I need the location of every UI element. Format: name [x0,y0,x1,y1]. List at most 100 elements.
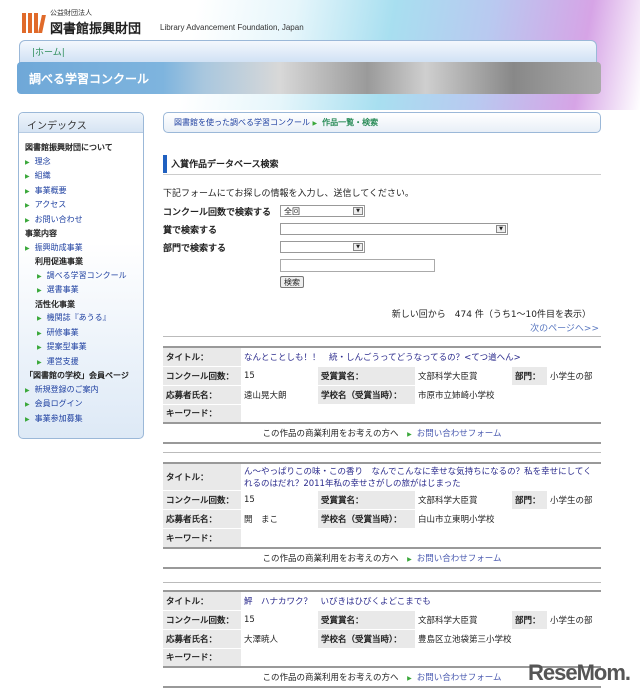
name-value: 開 まこ [241,509,318,529]
title-label: タイトル： [163,591,241,611]
division-select[interactable]: ▼ [280,241,365,253]
division-label: 部門で検索する [163,243,227,254]
sidebar-link-label: 理念 [34,156,51,166]
contact-form-link[interactable]: お問い合わせフォーム [417,554,502,564]
sidebar-link-label: 調べる学習コンクール [46,270,127,280]
sidebar-link[interactable]: ▶ 理念 [25,155,143,170]
keyword-label: キーワード： [163,404,241,424]
org-name: 図書館振興財団 [50,22,142,37]
sidebar-link[interactable]: ▶ 新規登録のご案内 [25,383,143,398]
keyword-input[interactable] [280,259,435,272]
triangle-icon: ▶ [407,555,412,563]
sidebar-heading: 利用促進事業 [35,257,83,266]
table-row: この作品の商業利用をお考えの方へ ▶ お問い合わせフォーム [163,546,601,569]
school-label: 学校名（受賞当時）： [318,509,415,529]
sidebar-link[interactable]: ▶ 会員ログイン [25,397,143,412]
award-select[interactable]: ▼ [280,223,508,235]
section-title: 入賞作品データベース検索 [163,155,601,175]
sidebar-link[interactable]: ▶ 研修事業 [25,326,143,341]
chevron-down-icon: ▼ [353,207,363,215]
commercial-note: この作品の商業利用をお考えの方へ [262,429,399,439]
record-title-link[interactable]: なんとことしも！！ 続・しんごうってどうなってるの？<てつ道へん> [241,347,601,367]
banner-title: 調べる学習コンクール [29,72,150,86]
contact-form-link[interactable]: お問い合わせフォーム [417,673,502,683]
round-value: 15 [241,490,318,510]
round-label: コンクール回数： [163,366,241,386]
name-value: 大澤暁人 [241,629,318,649]
table-row: 応募者氏名： 大澤暁人 学校名（受賞当時）： 豊島区立池袋第三小学校 [163,629,601,649]
nav-home-link[interactable]: |ホーム| [32,48,65,58]
logo-books-icon [22,12,46,33]
triangle-icon: ▶ [25,158,30,166]
name-label: 応募者氏名： [163,509,241,529]
triangle-icon: ▶ [37,287,42,294]
school-value: 市原市立姉崎小学校 [415,385,601,405]
division-label: 部門： [512,490,547,510]
search-form: 下記フォームにてお探しの情報を入力し、送信してください。 コンクール回数で検索す… [163,186,601,288]
contest-select[interactable]: 全回 ▼ [280,205,365,217]
round-value: 15 [241,610,318,630]
chevron-down-icon: ▼ [496,225,506,233]
sidebar-link[interactable]: ▶ お問い合わせ [25,213,143,228]
site-logo[interactable]: 公益財団法人図書館振興財団 [22,8,141,37]
record-table: タイトル： なんとことしも！！ 続・しんごうってどうなってるの？<てつ道へん> コ… [163,346,601,444]
triangle-icon: ▶ [37,344,42,351]
award-label: 受賞賞名： [318,490,415,510]
sidebar-link-label: 会員ログイン [34,399,83,408]
commercial-note: この作品の商業利用をお考えの方へ [262,673,399,683]
table-row: コンクール回数： 15 受賞賞名： 文部科学大臣賞 部門： 小学生の部 [163,490,601,510]
triangle-icon: ▶ [25,415,30,423]
sidebar-link-label: お問い合わせ [34,214,83,224]
table-row: この作品の商業利用をお考えの方へ ▶ お問い合わせフォーム [163,422,601,444]
record-table: タイトル： ん～やっぱりこの味・この香り なんでこんなに幸せな気持ちになるの？私を… [163,462,601,569]
sidebar-link-label: 組織 [34,171,51,180]
school-value: 豊島区立池袋第三小学校 [415,629,601,649]
sidebar-link-label: 事業参加募集 [34,413,83,423]
result-count: 新しい回から 474 件（うち1～10件目を表示） [391,310,591,320]
award-value: 文部科学大臣賞 [415,610,512,630]
form-intro: 下記フォームにてお探しの情報を入力し、送信してください。 [163,189,414,199]
sidebar-link-label: 新規登録のご案内 [34,384,99,394]
divider [163,582,601,583]
sidebar-link[interactable]: ▶ アクセス [25,198,143,213]
record-title-link[interactable]: 鮃 ハナカワク？ いびきはひびくよどこまでも [241,591,601,611]
sidebar-link[interactable]: ▶ 組織 [25,169,143,184]
breadcrumb-parent[interactable]: 図書館を使った調べる学習コンクール [174,118,310,127]
table-row: 応募者氏名： 遠山晃大朗 学校名（受賞当時）： 市原市立姉崎小学校 [163,385,601,405]
sidebar-list: 図書館振興財団について ▶ 理念 ▶ 組織 ▶ 事業概要 ▶ アクセス ▶ お問い合わせ 事業内容 ▶ 振… [19,133,143,426]
sidebar-link[interactable]: ▶ 調べる学習コンクール [25,269,143,284]
org-type: 公益財団法人 [50,9,92,17]
triangle-icon: ▶ [25,187,30,195]
round-value: 15 [241,366,318,386]
round-label: コンクール回数： [163,610,241,630]
sidebar-link-label: 提案型事業 [46,342,87,351]
table-row: 応募者氏名：開 まこ 学校名（受賞当時）： 白山市立東明小学校 [163,509,601,529]
sidebar-link[interactable]: ▶ 選書事業 [25,283,143,298]
triangle-icon: ▶ [37,315,42,322]
sidebar-link[interactable]: ▶ 事業参加募集 [25,412,143,427]
sidebar-link[interactable]: ▶ 機関誌『あうる』 [25,311,143,326]
table-row: コンクール回数： 15 受賞賞名： 文部科学大臣賞 部門： 小学生の部 [163,366,601,386]
sidebar-link[interactable]: ▶ 事業概要 [25,184,143,199]
award-value: 文部科学大臣賞 [415,366,512,386]
division-label: 部門： [512,366,547,386]
award-label: 賞で検索する [163,225,218,236]
next-page-link[interactable]: 次のページへ>> [163,321,599,334]
sidebar-heading: 図書館振興財団について [25,143,113,152]
keyword-value [241,404,601,424]
award-label: 受賞賞名： [318,610,415,630]
table-row: タイトル：鮃 ハナカワク？ いびきはひびくよどこまでも [163,591,601,611]
record-title-link[interactable]: ん～やっぱりこの味・この香り なんでこんなに幸せな気持ちになるの？私を幸せにして… [241,463,601,491]
sidebar-link[interactable]: ▶ 振興助成事業 [25,241,143,256]
sidebar-link[interactable]: ▶ 提案型事業 [25,340,143,355]
sidebar-link[interactable]: ▶ 運営支援 [25,355,143,370]
sidebar-heading: 「図書館の学校」会員ページ [25,371,129,380]
table-row: キーワード： [163,404,601,424]
divider [163,452,601,453]
search-button[interactable]: 検索 [280,276,304,288]
school-label: 学校名（受賞当時）： [318,629,415,649]
divider [163,336,601,337]
sidebar-heading: 活性化事業 [35,299,75,309]
contact-form-link[interactable]: お問い合わせフォーム [417,429,502,439]
top-nav: |ホーム| [19,40,597,64]
